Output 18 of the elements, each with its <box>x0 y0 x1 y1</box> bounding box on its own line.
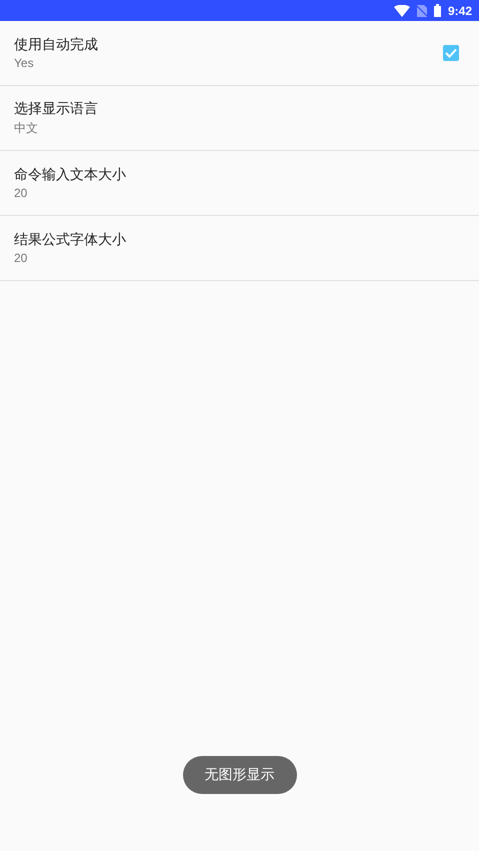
setting-summary: Yes <box>14 56 35 70</box>
checkbox[interactable] <box>443 45 459 61</box>
no-sim-icon <box>416 4 427 16</box>
setting-summary: 20 <box>14 251 28 265</box>
setting-title: 使用自动完成 <box>14 36 99 54</box>
setting-summary: 20 <box>14 186 28 200</box>
setting-title: 命令输入文本大小 <box>14 166 127 184</box>
status-time: 9:42 <box>448 4 472 18</box>
setting-summary: 中文 <box>14 120 39 136</box>
settings-item[interactable]: 命令输入文本大小 20 <box>0 151 479 216</box>
settings-item[interactable]: 选择显示语言 中文 <box>0 86 479 151</box>
settings-item[interactable]: 使用自动完成 Yes <box>0 21 479 86</box>
setting-title: 结果公式字体大小 <box>14 231 127 249</box>
battery-icon <box>434 4 441 17</box>
toast-message: 无图形显示 <box>182 756 296 794</box>
settings-item[interactable]: 结果公式字体大小 20 <box>0 216 479 281</box>
wifi-icon <box>394 4 410 16</box>
setting-title: 选择显示语言 <box>14 100 99 118</box>
